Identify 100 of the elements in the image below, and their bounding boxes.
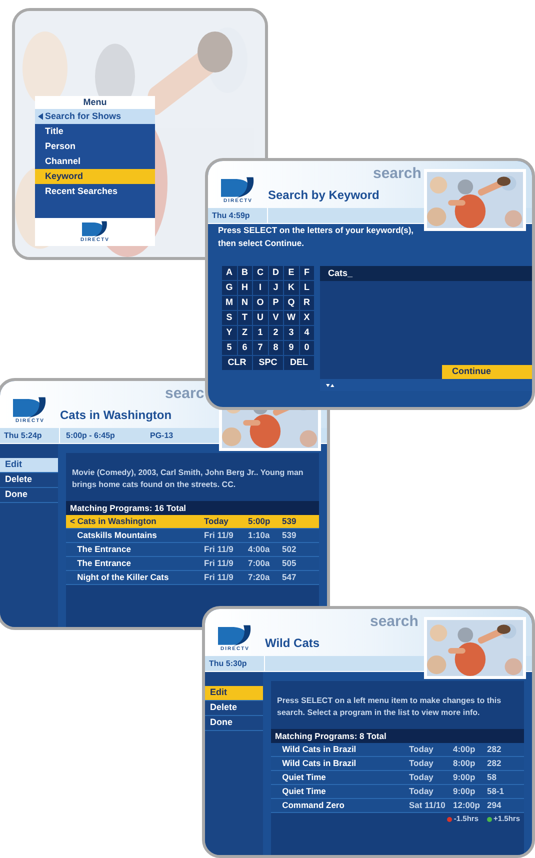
keyboard-key[interactable]: 4 bbox=[300, 326, 314, 340]
keyboard-key[interactable]: S bbox=[222, 311, 236, 325]
menu-item[interactable]: Search for Shows bbox=[35, 109, 155, 124]
keyword-field[interactable]: Cats_ bbox=[320, 266, 532, 281]
time-text: 12:00p bbox=[453, 799, 481, 812]
program-title: The Entrance bbox=[76, 543, 132, 556]
channel-text: 58 bbox=[487, 771, 496, 784]
menu-item[interactable]: Channel bbox=[35, 154, 155, 169]
list-header: Matching Programs: 16 Total bbox=[66, 501, 319, 515]
time-text: 9:00p bbox=[453, 771, 476, 784]
keyboard-key[interactable]: R bbox=[300, 296, 314, 310]
side-menu-item[interactable]: Delete bbox=[0, 473, 58, 488]
scroll-arrows-icon bbox=[326, 382, 335, 388]
side-menu-item[interactable]: Delete bbox=[205, 701, 263, 716]
keyboard-key[interactable]: F bbox=[300, 266, 314, 280]
keyboard-key[interactable]: 5 bbox=[222, 341, 236, 355]
program-row[interactable]: Command Zero Sat 11/10 12:00p 294 bbox=[271, 799, 524, 813]
program-title: Catskills Mountains bbox=[76, 529, 158, 542]
menu-item[interactable]: Person bbox=[35, 139, 155, 154]
program-row[interactable]: The Entrance Fri 11/9 7:00a 505 bbox=[66, 557, 319, 571]
keyboard-key[interactable]: H bbox=[238, 281, 252, 295]
program-row[interactable]: The Entrance Fri 11/9 4:00a 502 bbox=[66, 543, 319, 557]
channel-text: 502 bbox=[282, 543, 296, 556]
keyboard-key[interactable]: D bbox=[268, 266, 283, 280]
keyboard-key[interactable]: N bbox=[238, 296, 252, 310]
keyboard-key[interactable]: Q bbox=[284, 296, 298, 310]
keyboard-key[interactable]: V bbox=[268, 311, 283, 325]
channel-text: 505 bbox=[282, 557, 296, 570]
day-text: Today bbox=[409, 743, 434, 756]
left-triangle-icon bbox=[38, 113, 42, 120]
keyboard-key[interactable]: P bbox=[268, 296, 283, 310]
keyboard-key[interactable]: G bbox=[222, 281, 236, 295]
clock-text: Thu 5:30p bbox=[205, 656, 265, 671]
channel-text: 282 bbox=[487, 743, 502, 756]
keyboard-key[interactable]: X bbox=[300, 311, 314, 325]
screen-title: Search by Keyword bbox=[268, 187, 380, 204]
day-text: Today bbox=[409, 771, 434, 784]
channel-text: 539 bbox=[282, 515, 296, 528]
keyboard-key[interactable]: B bbox=[238, 266, 252, 280]
keyboard-key[interactable]: 0 bbox=[300, 341, 314, 355]
program-row[interactable]: Night of the Killer Cats Fri 11/9 7:20a 547 bbox=[66, 571, 319, 585]
keyboard-key[interactable]: 1 bbox=[253, 326, 268, 340]
keyboard-key[interactable]: E bbox=[284, 266, 298, 280]
program-title: < Cats in Washington bbox=[69, 515, 158, 528]
program-title: Quiet Time bbox=[281, 785, 327, 798]
airtime-text: 5:00p - 6:45p bbox=[65, 430, 116, 442]
side-menu-item[interactable]: Done bbox=[205, 716, 263, 731]
keyboard-key[interactable]: DEL bbox=[284, 356, 314, 370]
description-text: Press SELECT on a left menu item to make changes to this search. Select a program in the list to view more info. bbox=[276, 695, 502, 719]
program-row[interactable]: Quiet Time Today 9:00p 58-1 bbox=[271, 785, 524, 799]
time-text: 4:00a bbox=[248, 543, 271, 556]
menu-item[interactable]: Title bbox=[35, 124, 155, 139]
keyboard-key[interactable]: 2 bbox=[268, 326, 283, 340]
keyboard-key[interactable]: SPC bbox=[253, 356, 283, 370]
keyboard-key[interactable]: L bbox=[300, 281, 314, 295]
instructions-text: Press SELECT on the letters of your keyword(s), then select Continue. bbox=[217, 224, 415, 250]
keyboard-key[interactable]: Y bbox=[222, 326, 236, 340]
program-row[interactable]: Catskills Mountains Fri 11/9 1:10a 539 bbox=[66, 529, 319, 543]
keyboard-key[interactable]: W bbox=[284, 311, 298, 325]
keyboard-key[interactable]: J bbox=[268, 281, 283, 295]
keyboard-key[interactable]: K bbox=[284, 281, 298, 295]
logo-icon bbox=[13, 397, 47, 418]
keyboard-key[interactable]: I bbox=[253, 281, 268, 295]
keyboard-key[interactable]: 7 bbox=[253, 341, 268, 355]
program-row[interactable]: Wild Cats in Brazil Today 4:00p 282 bbox=[271, 743, 524, 757]
keyboard-key[interactable]: A bbox=[222, 266, 236, 280]
logo-icon bbox=[218, 625, 252, 646]
day-text: Fri 11/9 bbox=[204, 571, 234, 584]
side-menu-item[interactable]: Edit bbox=[0, 458, 58, 473]
keyboard-key[interactable]: T bbox=[238, 311, 252, 325]
rating-text: PG-13 bbox=[150, 430, 174, 442]
time-text: 9:00p bbox=[453, 785, 476, 798]
screen-title: Cats in Washington bbox=[60, 407, 172, 424]
menu-item[interactable]: Recent Searches bbox=[35, 184, 155, 199]
program-title: Wild Cats in Brazil bbox=[281, 757, 358, 770]
keyboard-key[interactable]: CLR bbox=[222, 356, 252, 370]
keyboard-key[interactable]: 9 bbox=[284, 341, 298, 355]
channel-text: 282 bbox=[487, 757, 502, 770]
section-label: search bbox=[373, 164, 422, 184]
side-menu-item[interactable]: Done bbox=[0, 488, 58, 503]
time-text: 5:00p bbox=[248, 515, 272, 528]
keyboard-key[interactable]: M bbox=[222, 296, 236, 310]
keyboard-key[interactable]: O bbox=[253, 296, 268, 310]
screen-title: Wild Cats bbox=[265, 635, 320, 652]
section-label: search bbox=[370, 612, 418, 632]
channel-text: 539 bbox=[282, 529, 296, 542]
program-row[interactable]: Wild Cats in Brazil Today 8:00p 282 bbox=[271, 757, 524, 771]
keyboard-key[interactable]: 3 bbox=[284, 326, 298, 340]
keyboard-key[interactable]: 8 bbox=[268, 341, 283, 355]
program-row[interactable]: < Cats in Washington Today 5:00p 539 bbox=[66, 515, 319, 529]
program-title: The Entrance bbox=[76, 557, 132, 570]
program-title: Command Zero bbox=[281, 799, 346, 812]
continue-button[interactable]: Continue bbox=[442, 365, 532, 379]
keyboard-key[interactable]: C bbox=[253, 266, 268, 280]
keyboard-key[interactable]: 6 bbox=[238, 341, 252, 355]
program-row[interactable]: Quiet Time Today 9:00p 58 bbox=[271, 771, 524, 785]
keyboard-key[interactable]: U bbox=[253, 311, 268, 325]
side-menu-item[interactable]: Edit bbox=[205, 686, 263, 701]
menu-item[interactable]: Keyword bbox=[35, 169, 155, 184]
keyboard-key[interactable]: Z bbox=[238, 326, 252, 340]
